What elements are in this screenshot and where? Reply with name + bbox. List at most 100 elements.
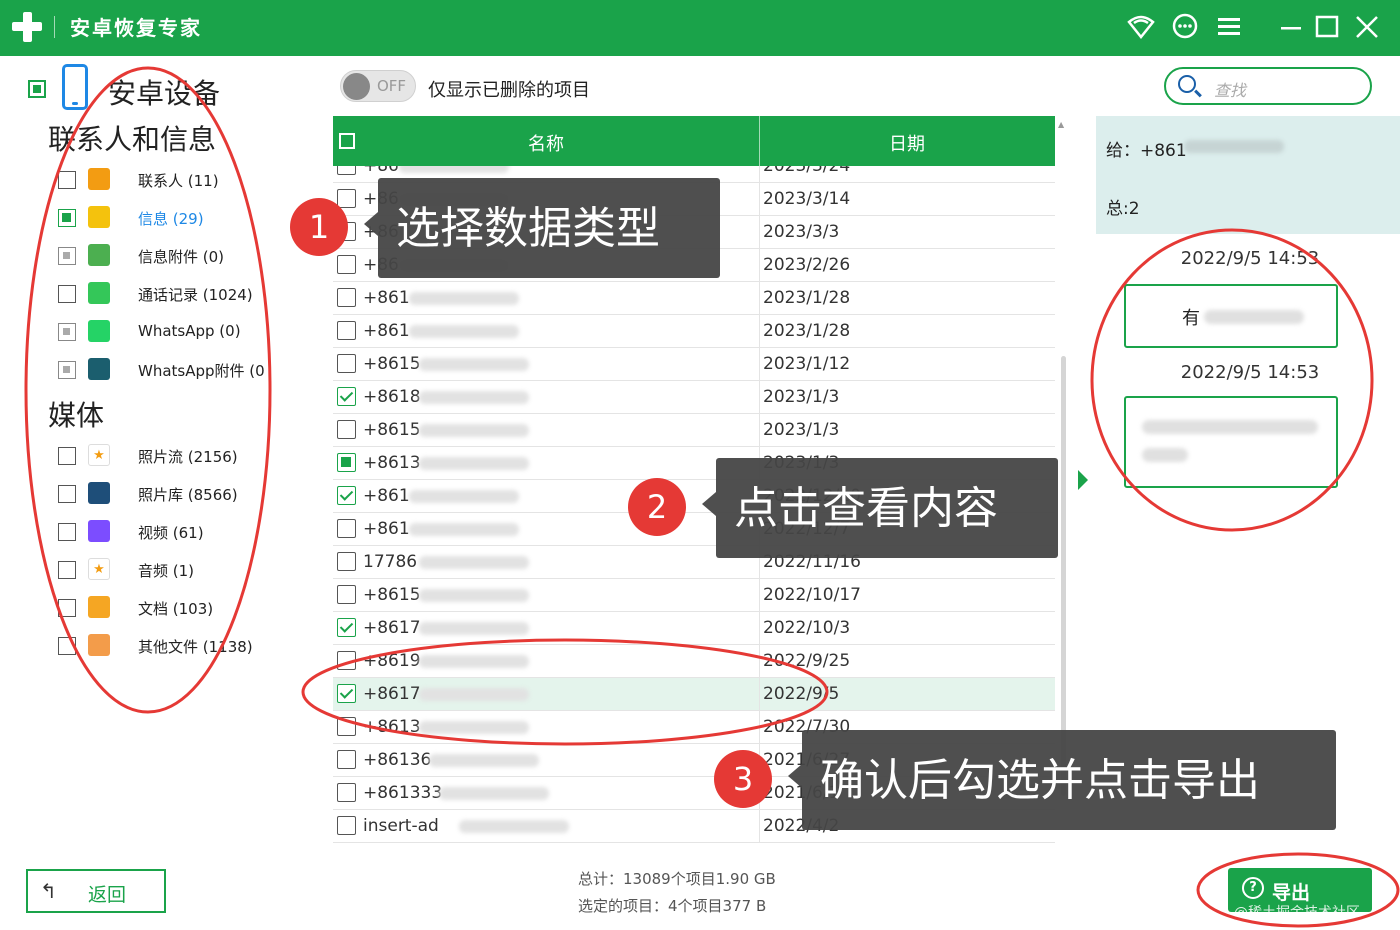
- back-button[interactable]: ↰ 返回: [26, 869, 166, 913]
- table-row[interactable]: +8615 2023/1/3: [333, 414, 1055, 447]
- menu-icon[interactable]: [1214, 12, 1244, 42]
- scroll-up-icon[interactable]: ▲: [1058, 120, 1064, 129]
- detail-header: 给：+861 总:2: [1096, 116, 1400, 234]
- section-contacts-messages: 联系人和信息: [48, 123, 217, 156]
- table-row[interactable]: +861 2023/1/28: [333, 282, 1055, 315]
- deleted-only-toggle[interactable]: OFF: [340, 70, 416, 102]
- row-checkbox[interactable]: [337, 321, 356, 340]
- category-contacts-1[interactable]: 信息 (29): [56, 204, 296, 234]
- category-contacts-3[interactable]: 通话记录 (1024): [56, 280, 296, 310]
- table-row[interactable]: +8618 2023/1/3: [333, 381, 1055, 414]
- contact-icon: [88, 168, 110, 190]
- column-divider: [759, 348, 760, 381]
- column-divider: [759, 645, 760, 678]
- annotation-text-2: 点击查看内容: [734, 483, 998, 534]
- row-checkbox[interactable]: [337, 486, 356, 505]
- document-icon: [88, 596, 110, 618]
- column-date-header[interactable]: 日期: [759, 130, 1055, 156]
- message-text-1: 有: [1182, 308, 1200, 329]
- phone-icon: [62, 64, 88, 110]
- row-name: insert-ad: [363, 816, 439, 836]
- category-media-0[interactable]: ★ 照片流 (2156): [56, 442, 296, 472]
- message-bubble-1: 有: [1124, 284, 1338, 348]
- category-media-3[interactable]: ★ 音频 (1): [56, 556, 296, 586]
- category-media-5[interactable]: 其他文件 (1138): [56, 632, 296, 662]
- app-logo-icon: [10, 10, 44, 44]
- category-media-2[interactable]: 视频 (61): [56, 518, 296, 548]
- row-checkbox[interactable]: [337, 618, 356, 637]
- category-checkbox[interactable]: [58, 599, 76, 617]
- row-checkbox[interactable]: [337, 717, 356, 736]
- category-media-1[interactable]: 照片库 (8566): [56, 480, 296, 510]
- row-checkbox[interactable]: [337, 288, 356, 307]
- photo-library-icon: [88, 482, 110, 504]
- close-icon[interactable]: [1352, 12, 1382, 42]
- row-checkbox[interactable]: [337, 651, 356, 670]
- row-date: 2023/1/28: [763, 321, 851, 341]
- row-checkbox[interactable]: [337, 354, 356, 373]
- device-checkbox[interactable]: [28, 80, 46, 98]
- row-checkbox[interactable]: [337, 420, 356, 439]
- row-name-blurred: [459, 820, 569, 833]
- annotation-text-1: 选择数据类型: [396, 203, 660, 254]
- row-name-blurred: [419, 721, 529, 734]
- row-name: +861: [363, 486, 410, 506]
- wifi-icon[interactable]: [1126, 12, 1156, 42]
- category-checkbox[interactable]: [58, 285, 76, 303]
- row-checkbox[interactable]: [337, 750, 356, 769]
- device-label[interactable]: 安卓设备: [108, 72, 220, 112]
- row-checkbox[interactable]: [337, 552, 356, 571]
- category-contacts-4[interactable]: WhatsApp (0): [56, 318, 296, 348]
- search-box[interactable]: 查找: [1164, 67, 1372, 105]
- table-row[interactable]: +8617 2022/10/3: [333, 612, 1055, 645]
- category-label: 照片流 (2156): [138, 448, 238, 466]
- row-checkbox[interactable]: [337, 387, 356, 406]
- table-row[interactable]: +8619 2022/9/25: [333, 645, 1055, 678]
- category-checkbox[interactable]: [58, 171, 76, 189]
- category-checkbox[interactable]: [58, 209, 76, 227]
- chat-icon[interactable]: [1170, 12, 1200, 42]
- category-label: WhatsApp (0): [138, 322, 241, 340]
- category-checkbox[interactable]: [58, 523, 76, 541]
- minimize-icon[interactable]: [1276, 12, 1306, 42]
- maximize-icon[interactable]: [1312, 12, 1342, 42]
- row-name: +8617: [363, 618, 421, 638]
- category-checkbox[interactable]: [58, 323, 76, 341]
- category-checkbox[interactable]: [58, 447, 76, 465]
- expand-arrow-icon[interactable]: [1078, 470, 1088, 490]
- row-checkbox[interactable]: [337, 255, 356, 274]
- row-name: +861: [363, 321, 410, 341]
- category-contacts-2[interactable]: 信息附件 (0): [56, 242, 296, 272]
- category-checkbox[interactable]: [58, 561, 76, 579]
- table-row[interactable]: +861 2023/1/28: [333, 315, 1055, 348]
- category-contacts-0[interactable]: 联系人 (11): [56, 166, 296, 196]
- category-checkbox[interactable]: [58, 637, 76, 655]
- column-name-header[interactable]: 名称: [333, 130, 759, 156]
- row-name: +8619: [363, 651, 421, 671]
- row-checkbox[interactable]: [337, 585, 356, 604]
- category-label: WhatsApp附件 (0: [138, 362, 265, 380]
- back-button-label: 返回: [88, 884, 127, 906]
- category-checkbox[interactable]: [58, 361, 76, 379]
- category-contacts-5[interactable]: WhatsApp附件 (0: [56, 356, 296, 386]
- row-checkbox[interactable]: [337, 453, 356, 472]
- row-name: +8613: [363, 453, 421, 473]
- row-name: +8615: [363, 354, 421, 374]
- category-checkbox[interactable]: [58, 247, 76, 265]
- row-checkbox[interactable]: [337, 519, 356, 538]
- row-checkbox[interactable]: [337, 783, 356, 802]
- category-label: 联系人 (11): [138, 172, 219, 190]
- table-row[interactable]: +8615 2022/10/17: [333, 579, 1055, 612]
- category-media-4[interactable]: 文档 (103): [56, 594, 296, 624]
- row-date: 2023/1/3: [763, 387, 840, 407]
- column-divider: [759, 282, 760, 315]
- row-checkbox[interactable]: [337, 816, 356, 835]
- category-checkbox[interactable]: [58, 485, 76, 503]
- table-row[interactable]: +8617 2022/9/5: [333, 678, 1055, 711]
- annotation-number-3: 3: [714, 750, 772, 808]
- table-row[interactable]: +8615 2023/1/12: [333, 348, 1055, 381]
- search-placeholder[interactable]: 查找: [1214, 77, 1246, 101]
- row-checkbox[interactable]: [337, 189, 356, 208]
- row-checkbox[interactable]: [337, 684, 356, 703]
- row-name-blurred: [429, 754, 539, 767]
